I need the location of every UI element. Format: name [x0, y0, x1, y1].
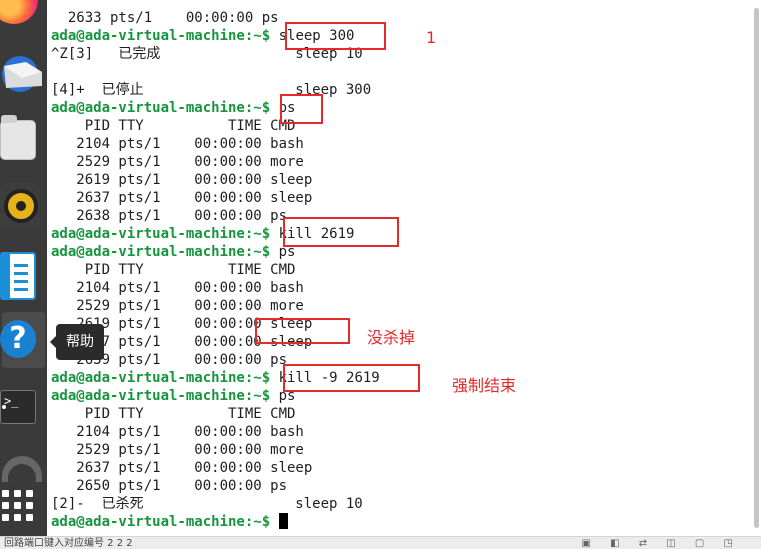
line-text: 2529 pts/1 00:00:00 more [51, 442, 304, 458]
terminal-window[interactable]: 2633 pts/1 00:00:00 ps ada@ada-virtual-ma… [47, 0, 761, 537]
line-text: [2]- 已杀死 sleep 10 [51, 496, 363, 512]
line-text: 2650 pts/1 00:00:00 ps [51, 478, 288, 494]
terminal-output-line: 2529 pts/1 00:00:00 more [51, 441, 304, 459]
running-indicator [2, 405, 6, 409]
terminal-output-line: 2637 pts/1 00:00:00 sleep [51, 189, 312, 207]
terminal-output-line: 2529 pts/1 00:00:00 more [51, 153, 304, 171]
scroll-track[interactable] [752, 0, 761, 537]
dock-tooltip: 帮助 [50, 324, 104, 360]
show-applications-icon[interactable] [2, 490, 33, 521]
dock: ? >_ [0, 0, 47, 549]
line-text: PID TTY TIME CMD [51, 406, 296, 422]
terminal-command-line: ada@ada-virtual-machine:~$ [51, 513, 288, 531]
terminal-output-line: 2638 pts/1 00:00:00 ps [51, 207, 287, 225]
terminal-output-line: PID TTY TIME CMD [51, 117, 296, 135]
line-text: 2638 pts/1 00:00:00 ps [51, 208, 288, 224]
line-text: [4]+ 已停止 sleep 300 [51, 82, 372, 98]
terminal-output-line: 2650 pts/1 00:00:00 ps [51, 477, 287, 495]
line-text: 2529 pts/1 00:00:00 more [51, 298, 304, 314]
terminal-output-line: 2637 pts/1 00:00:00 sleep [51, 459, 312, 477]
status-icons: ▣ ◧ ⇄ ◫ ▢ ◳ [581, 538, 741, 549]
line-text: PID TTY TIME CMD [51, 118, 296, 134]
shell-prompt: ada@ada-virtual-machine:~$ [51, 388, 271, 404]
shell-prompt: ada@ada-virtual-machine:~$ [51, 28, 271, 44]
shell-prompt: ada@ada-virtual-machine:~$ [51, 226, 271, 242]
status-bar: 回路端口键入对应编号 2 2 2 ▣ ◧ ⇄ ◫ ▢ ◳ [0, 536, 761, 549]
line-text: 2619 pts/1 00:00:00 sleep [51, 172, 313, 188]
terminal-command-line: ada@ada-virtual-machine:~$ ps [51, 243, 295, 261]
files-icon[interactable] [0, 115, 36, 160]
terminal-output-line: PID TTY TIME CMD [51, 405, 296, 423]
terminal-output-line: 2104 pts/1 00:00:00 bash [51, 423, 304, 441]
rhythmbox-icon[interactable] [0, 183, 40, 229]
firefox-icon[interactable] [0, 0, 38, 24]
text-cursor [278, 513, 288, 529]
line-text: 2637 pts/1 00:00:00 sleep [51, 190, 313, 206]
shell-prompt: ada@ada-virtual-machine:~$ [51, 370, 271, 386]
line-text: 2633 pts/1 00:00:00 ps [51, 10, 279, 26]
line-text [270, 514, 278, 530]
highlight-sleep-rows [255, 318, 350, 344]
thunderbird-mail-icon[interactable] [2, 48, 44, 98]
line-text: 2104 pts/1 00:00:00 bash [51, 280, 304, 296]
line-text: PID TTY TIME CMD [51, 262, 296, 278]
annotation-not-killed: 没杀掉 [367, 328, 416, 347]
status-text: 回路端口键入对应编号 2 2 2 [4, 538, 133, 549]
software-icon[interactable] [2, 456, 42, 482]
terminal-output-line: 2104 pts/1 00:00:00 bash [51, 279, 304, 297]
terminal-command-line: ada@ada-virtual-machine:~$ ps [51, 387, 295, 405]
highlight-sleep-300 [285, 22, 386, 50]
terminal-output-line: 2529 pts/1 00:00:00 more [51, 297, 304, 315]
line-text: 2529 pts/1 00:00:00 more [51, 154, 304, 170]
terminal-output-line: PID TTY TIME CMD [51, 261, 296, 279]
highlight-kill-2619 [283, 217, 399, 247]
terminal-output-line: 2104 pts/1 00:00:00 bash [51, 135, 304, 153]
terminal-command-line: ada@ada-virtual-machine:~$ ps [51, 99, 295, 117]
shell-prompt: ada@ada-virtual-machine:~$ [51, 244, 271, 260]
terminal-output-line: [4]+ 已停止 sleep 300 [51, 81, 371, 99]
line-text: 2104 pts/1 00:00:00 bash [51, 136, 304, 152]
terminal-output-line: [2]- 已杀死 sleep 10 [51, 495, 363, 513]
annotation-1: 1 [426, 28, 437, 47]
line-text: 2637 pts/1 00:00:00 sleep [51, 460, 313, 476]
line-text: 2104 pts/1 00:00:00 bash [51, 424, 304, 440]
highlight-ps [280, 94, 323, 124]
scrollbar[interactable] [754, 8, 759, 528]
libreoffice-writer-icon[interactable] [0, 252, 36, 300]
help-icon[interactable]: ? [0, 320, 36, 358]
annotation-force-kill: 强制结束 [452, 376, 517, 395]
shell-prompt: ada@ada-virtual-machine:~$ [51, 514, 271, 530]
highlight-kill-9-2619 [283, 364, 420, 392]
terminal-output-line: 2619 pts/1 00:00:00 sleep [51, 171, 312, 189]
terminal-output-line: 2633 pts/1 00:00:00 ps [51, 9, 279, 27]
shell-prompt: ada@ada-virtual-machine:~$ [51, 100, 271, 116]
